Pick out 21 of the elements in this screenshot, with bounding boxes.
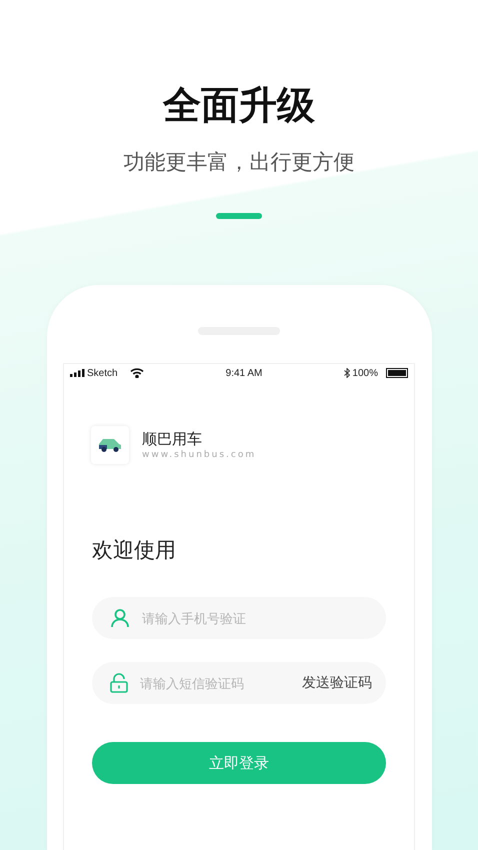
bluetooth-icon — [344, 368, 350, 378]
wifi-icon — [130, 368, 144, 378]
battery-icon — [386, 368, 408, 378]
clock-time: 9:41 AM — [224, 368, 264, 378]
car-icon — [97, 437, 123, 453]
lock-icon — [110, 673, 128, 693]
battery-percent: 100% — [352, 368, 378, 378]
page-indicator — [216, 213, 262, 219]
welcome-title: 欢迎使用 — [92, 537, 176, 564]
signal-icon — [70, 369, 85, 377]
app-name: 顺巴用车 — [142, 429, 203, 449]
headline: 全面升级 — [163, 82, 315, 128]
code-input[interactable]: 请输入短信验证码 — [138, 674, 292, 692]
app-url: www.shunbus.com — [142, 449, 256, 461]
person-icon — [110, 608, 130, 628]
send-code-button[interactable]: 发送验证码 — [302, 674, 372, 692]
phone-input[interactable]: 请输入手机号验证 — [140, 610, 372, 626]
subtitle: 功能更丰富，出行更方便 — [124, 149, 354, 176]
carrier-name: Sketch — [87, 368, 118, 378]
code-field[interactable]: 请输入短信验证码 发送验证码 — [92, 662, 386, 704]
phone-field[interactable]: 请输入手机号验证 — [92, 597, 386, 639]
